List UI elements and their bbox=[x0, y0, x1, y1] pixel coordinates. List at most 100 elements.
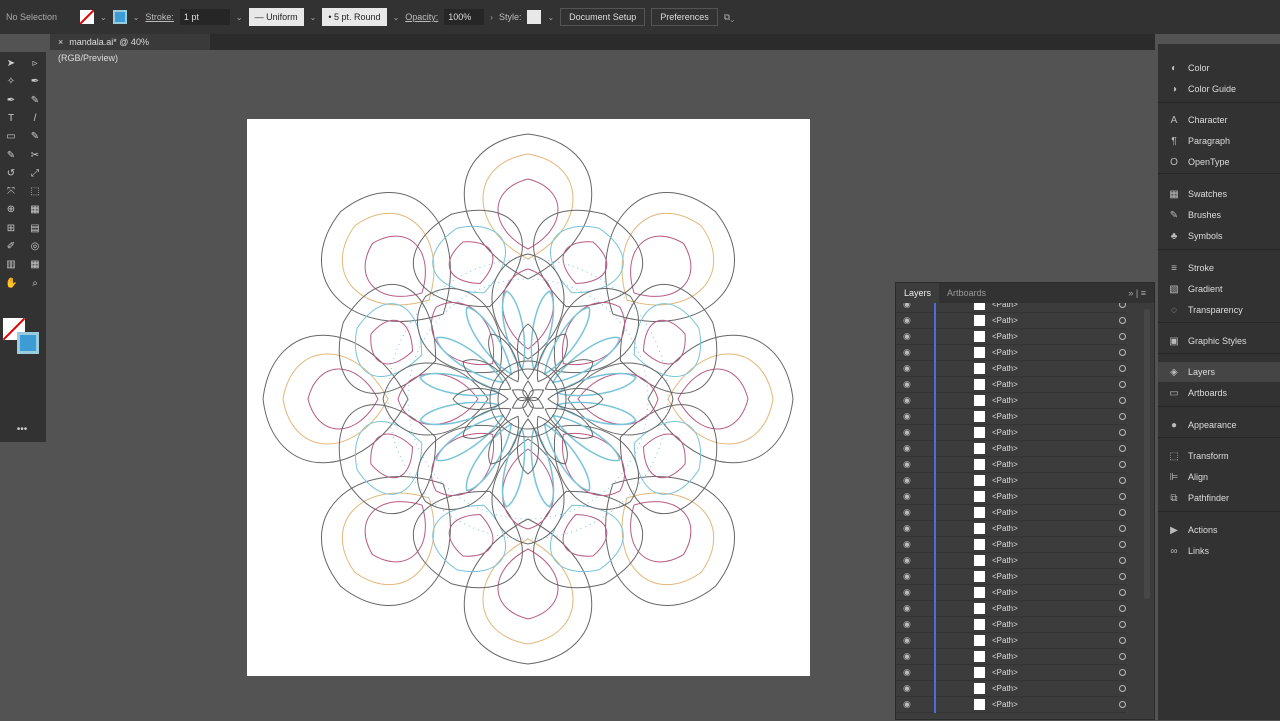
tool-button[interactable]: ▤ bbox=[29, 223, 41, 235]
layer-row[interactable]: ◉ <Path> bbox=[896, 456, 1126, 473]
eye-icon[interactable]: ◉ bbox=[903, 347, 911, 358]
eye-icon[interactable]: ◉ bbox=[903, 635, 911, 646]
tool-button[interactable]: ◎ bbox=[29, 241, 41, 253]
target-icon[interactable] bbox=[1119, 493, 1126, 500]
dock-item-character[interactable]: A Character bbox=[1158, 110, 1280, 130]
target-icon[interactable] bbox=[1119, 589, 1126, 596]
chevron-down-icon[interactable]: ⌄ bbox=[133, 13, 140, 22]
eye-icon[interactable]: ◉ bbox=[903, 331, 911, 342]
tool-button[interactable]: ✧ bbox=[5, 76, 17, 88]
eye-icon[interactable]: ◉ bbox=[903, 603, 911, 614]
target-icon[interactable] bbox=[1119, 557, 1126, 564]
stroke-label[interactable]: Stroke: bbox=[145, 12, 174, 22]
chevron-down-icon[interactable]: ⌄ bbox=[100, 13, 107, 22]
eye-icon[interactable]: ◉ bbox=[903, 587, 911, 598]
target-icon[interactable] bbox=[1119, 365, 1126, 372]
tool-button[interactable]: ✎ bbox=[5, 150, 17, 162]
layer-row[interactable]: ◉ <Path> bbox=[896, 568, 1126, 585]
chevron-down-icon[interactable]: ⌄ bbox=[236, 13, 243, 22]
layer-row[interactable]: ◉ <Path> bbox=[896, 344, 1126, 361]
dock-item-color[interactable]: ◐ Color bbox=[1158, 58, 1280, 78]
fill-swatch[interactable] bbox=[80, 10, 94, 24]
eye-icon[interactable]: ◉ bbox=[903, 683, 911, 694]
layer-row[interactable]: ◉ <Path> bbox=[896, 472, 1126, 489]
layers-scrollbar[interactable] bbox=[1144, 309, 1150, 599]
tool-button[interactable]: ✐ bbox=[5, 241, 17, 253]
tool-button[interactable]: ▹ bbox=[29, 58, 41, 70]
close-icon[interactable]: × bbox=[58, 37, 63, 47]
layer-row[interactable]: ◉ <Path> bbox=[896, 328, 1126, 345]
target-icon[interactable] bbox=[1119, 637, 1126, 644]
layer-row[interactable]: ◉ <Path> bbox=[896, 408, 1126, 425]
tool-button[interactable]: ⌕ bbox=[29, 278, 41, 290]
target-icon[interactable] bbox=[1119, 605, 1126, 612]
target-icon[interactable] bbox=[1119, 317, 1126, 324]
layer-row[interactable]: ◉ <Path> bbox=[896, 504, 1126, 521]
eye-icon[interactable]: ◉ bbox=[903, 303, 911, 310]
tool-button[interactable]: ✋ bbox=[5, 278, 17, 290]
dock-item-color-guide[interactable]: ◑ Color Guide bbox=[1158, 79, 1280, 99]
eye-icon[interactable]: ◉ bbox=[903, 507, 911, 518]
stroke-swatch[interactable] bbox=[112, 10, 127, 24]
tool-button[interactable]: ⊞ bbox=[5, 223, 17, 235]
dock-item-stroke[interactable]: ≡ Stroke bbox=[1158, 258, 1280, 278]
target-icon[interactable] bbox=[1119, 413, 1126, 420]
fill-stroke-swatches[interactable] bbox=[3, 318, 39, 354]
target-icon[interactable] bbox=[1119, 429, 1126, 436]
layer-row[interactable]: ◉ <Path> bbox=[896, 392, 1126, 409]
target-icon[interactable] bbox=[1119, 349, 1126, 356]
eye-icon[interactable]: ◉ bbox=[903, 379, 911, 390]
tool-button[interactable]: ➤ bbox=[5, 58, 17, 70]
dock-item-opentype[interactable]: O OpenType bbox=[1158, 152, 1280, 172]
tool-button[interactable]: ▥ bbox=[5, 259, 17, 271]
layer-row[interactable]: ◉ <Path> bbox=[896, 312, 1126, 329]
target-icon[interactable] bbox=[1119, 685, 1126, 692]
layer-row[interactable]: ◉ <Path> bbox=[896, 552, 1126, 569]
chevron-down-icon[interactable]: ⌄ bbox=[547, 13, 554, 22]
dock-item-transparency[interactable]: ◌ Transparency bbox=[1158, 300, 1280, 320]
target-icon[interactable] bbox=[1119, 669, 1126, 676]
layer-row[interactable]: ◉ <Path> bbox=[896, 584, 1126, 601]
dock-item-transform[interactable]: ⬚ Transform bbox=[1158, 446, 1280, 466]
preferences-button[interactable]: Preferences bbox=[651, 8, 718, 26]
brush-select[interactable]: • 5 pt. Round bbox=[322, 8, 387, 26]
tab-artboards[interactable]: Artboards bbox=[939, 288, 994, 298]
layer-row[interactable]: ◉ <Path> bbox=[896, 696, 1126, 713]
stroke-profile-select[interactable]: — Uniform bbox=[248, 8, 304, 26]
target-icon[interactable] bbox=[1119, 509, 1126, 516]
stroke-weight-field[interactable]: 1 pt bbox=[179, 9, 230, 25]
tool-button[interactable]: ▦ bbox=[29, 259, 41, 271]
tool-button[interactable]: ↺ bbox=[5, 168, 17, 180]
dock-item-paragraph[interactable]: ¶ Paragraph bbox=[1158, 131, 1280, 151]
document-tab[interactable]: × mandala.ai* @ 40% (RGB/Preview) bbox=[50, 34, 210, 63]
eye-icon[interactable]: ◉ bbox=[903, 651, 911, 662]
target-icon[interactable] bbox=[1119, 573, 1126, 580]
eye-icon[interactable]: ◉ bbox=[903, 459, 911, 470]
target-icon[interactable] bbox=[1119, 653, 1126, 660]
more-tools-icon[interactable]: ••• bbox=[12, 424, 32, 436]
eye-icon[interactable]: ◉ bbox=[903, 443, 911, 454]
layer-row[interactable]: ◉ <Path> bbox=[896, 303, 1126, 313]
chevron-right-icon[interactable]: › bbox=[490, 13, 493, 22]
target-icon[interactable] bbox=[1119, 333, 1126, 340]
tool-button[interactable]: / bbox=[29, 113, 41, 125]
layer-row[interactable]: ◉ <Path> bbox=[896, 424, 1126, 441]
eye-icon[interactable]: ◉ bbox=[903, 539, 911, 550]
chevron-down-icon[interactable]: ⌄ bbox=[310, 13, 317, 22]
layer-row[interactable]: ◉ <Path> bbox=[896, 616, 1126, 633]
dock-item-align[interactable]: ⊫ Align bbox=[1158, 467, 1280, 487]
dock-item-gradient[interactable]: ▧ Gradient bbox=[1158, 279, 1280, 299]
target-icon[interactable] bbox=[1119, 445, 1126, 452]
tool-button[interactable]: ⤧ bbox=[5, 186, 17, 198]
layer-row[interactable]: ◉ <Path> bbox=[896, 488, 1126, 505]
dock-item-actions[interactable]: ▶ Actions bbox=[1158, 520, 1280, 540]
tool-button[interactable]: T bbox=[5, 113, 17, 125]
eye-icon[interactable]: ◉ bbox=[903, 411, 911, 422]
dock-item-graphic-styles[interactable]: ▣ Graphic Styles bbox=[1158, 331, 1280, 351]
eye-icon[interactable]: ◉ bbox=[903, 491, 911, 502]
eye-icon[interactable]: ◉ bbox=[903, 523, 911, 534]
tool-button[interactable]: ✎ bbox=[29, 95, 41, 107]
dock-item-links[interactable]: ∞ Links bbox=[1158, 541, 1280, 561]
chevron-down-icon[interactable]: ⌄ bbox=[393, 13, 400, 22]
layer-row[interactable]: ◉ <Path> bbox=[896, 664, 1126, 681]
